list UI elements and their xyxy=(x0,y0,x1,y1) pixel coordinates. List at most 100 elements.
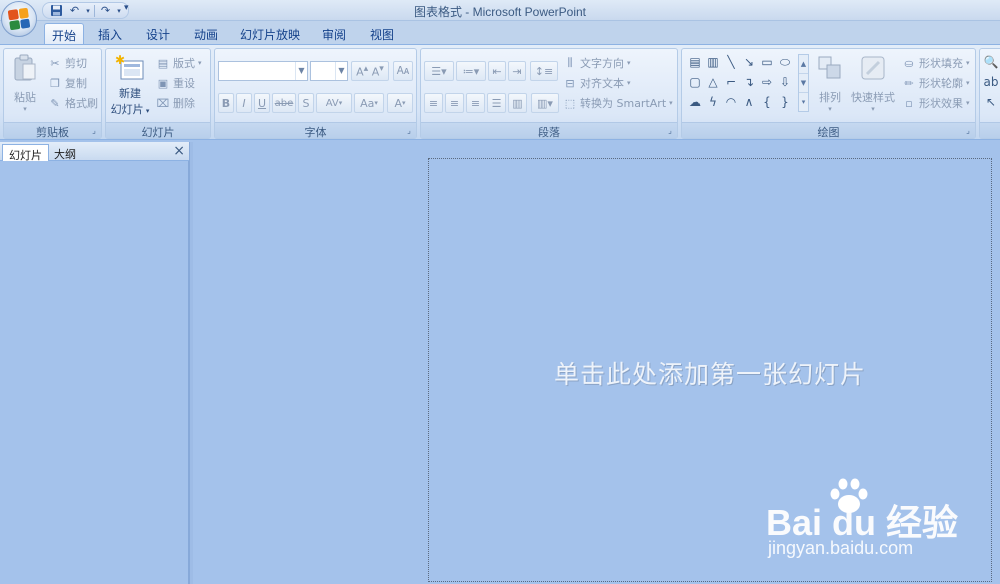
shape-effects-button[interactable]: ▫ 形状效果 ▾ xyxy=(902,95,969,111)
font-name-combo[interactable]: ▼ xyxy=(218,61,308,81)
font-color-dropdown-icon[interactable]: ▾ xyxy=(402,99,406,107)
layout-dropdown-icon[interactable]: ▾ xyxy=(198,59,202,67)
bold-button[interactable]: B xyxy=(218,93,234,113)
convert-smartart-button[interactable]: ⬚ 转换为 SmartArt ▾ xyxy=(563,95,673,111)
align-left-button[interactable]: ≡ xyxy=(424,93,443,113)
tab-design[interactable]: 设计 xyxy=(140,23,176,44)
paragraph-launcher-icon[interactable]: ⌟ xyxy=(665,126,675,136)
quick-styles-button[interactable]: 快速样式 ▾ xyxy=(848,53,898,113)
shape-outline-button[interactable]: ✏ 形状轮廓 ▾ xyxy=(902,75,969,91)
shapes-gallery-scrollbar[interactable]: ▲ ▼ ▾ xyxy=(798,54,809,112)
curve-shape-icon[interactable]: ∧ xyxy=(742,95,756,109)
align-center-button[interactable]: ≡ xyxy=(445,93,464,113)
layout-icon: ▤ xyxy=(157,56,169,70)
replace-icon[interactable]: ab xyxy=(984,75,999,89)
underline-button[interactable]: U xyxy=(254,93,270,113)
layout-button[interactable]: ▤ 版式 ▾ xyxy=(156,55,202,71)
smartart-icon: ⬚ xyxy=(564,96,576,110)
left-brace-shape-icon[interactable]: { xyxy=(760,95,774,109)
italic-button[interactable]: I xyxy=(236,93,252,113)
change-case-button[interactable]: Aa ▾ xyxy=(354,93,384,113)
cloud-shape-icon[interactable]: ☁ xyxy=(688,95,702,109)
clipboard-launcher-icon[interactable]: ⌟ xyxy=(89,126,99,136)
elbow-connector-shape-icon[interactable]: ⌐ xyxy=(724,75,738,89)
font-size-dropdown-icon[interactable]: ▼ xyxy=(335,62,347,80)
find-icon[interactable]: 🔍 xyxy=(984,55,999,69)
svg-text:✱: ✱ xyxy=(115,54,125,67)
down-arrow-shape-icon[interactable]: ⇩ xyxy=(778,75,792,89)
tab-home[interactable]: 开始 xyxy=(44,23,84,44)
strikethrough-button[interactable]: abe xyxy=(272,93,296,113)
line-spacing-button[interactable]: ↕≡ xyxy=(530,61,558,81)
grow-shrink-font-button[interactable]: A▴ A▾ xyxy=(351,61,389,81)
right-brace-shape-icon[interactable]: } xyxy=(778,95,792,109)
case-dropdown-icon[interactable]: ▾ xyxy=(374,99,378,107)
close-pane-icon[interactable]: × xyxy=(173,143,185,159)
gallery-up-icon[interactable]: ▲ xyxy=(799,55,808,74)
pane-splitter[interactable] xyxy=(189,142,193,584)
paste-dropdown-icon[interactable]: ▾ xyxy=(7,105,43,113)
tab-review[interactable]: 审阅 xyxy=(316,23,352,44)
quick-styles-dropdown-icon[interactable]: ▾ xyxy=(848,105,898,113)
right-arrow-shape-icon[interactable]: ⇨ xyxy=(760,75,774,89)
triangle-shape-icon[interactable]: △ xyxy=(706,75,720,89)
tab-slides-pane[interactable]: 幻灯片 xyxy=(2,144,49,162)
oval-shape-icon[interactable]: ⬭ xyxy=(778,55,792,69)
increase-indent-button[interactable]: ⇥ xyxy=(508,61,526,81)
textbox-shape-icon[interactable]: ▤ xyxy=(688,55,702,69)
font-launcher-icon[interactable]: ⌟ xyxy=(404,126,414,136)
columns-button[interactable]: ▥▾ xyxy=(531,93,559,113)
arrange-dropdown-icon[interactable]: ▾ xyxy=(814,105,846,113)
paste-button[interactable]: 粘贴 ▾ xyxy=(7,53,43,113)
new-slide-button[interactable]: ✱ 新建 幻灯片 ▾ xyxy=(108,53,152,117)
quick-styles-icon xyxy=(858,53,888,83)
text-direction-button[interactable]: ⫼ 文字方向 ▾ xyxy=(563,55,630,71)
font-color-button[interactable]: A ▾ xyxy=(387,93,413,113)
rounded-rect-shape-icon[interactable]: ▢ xyxy=(688,75,702,89)
tab-view[interactable]: 视图 xyxy=(364,23,400,44)
font-name-dropdown-icon[interactable]: ▼ xyxy=(295,62,307,80)
arrow-line-shape-icon[interactable]: ↘ xyxy=(742,55,756,69)
arrange-button[interactable]: 排列 ▾ xyxy=(814,53,846,113)
format-painter-button[interactable]: ✎ 格式刷 xyxy=(48,95,98,111)
elbow-arrow-shape-icon[interactable]: ↴ xyxy=(742,75,756,89)
vertical-textbox-shape-icon[interactable]: ▥ xyxy=(706,55,720,69)
justify-button[interactable]: ☰ xyxy=(487,93,506,113)
lightning-shape-icon[interactable]: ϟ xyxy=(706,95,720,109)
drawing-launcher-icon[interactable]: ⌟ xyxy=(963,126,973,136)
align-right-button[interactable]: ≡ xyxy=(466,93,485,113)
tab-insert[interactable]: 插入 xyxy=(92,23,128,44)
office-button[interactable] xyxy=(1,1,37,37)
select-icon[interactable]: ↖ xyxy=(984,95,998,109)
paint-bucket-icon: ⛀ xyxy=(904,56,914,70)
character-spacing-button[interactable]: AV ▾ xyxy=(316,93,352,113)
cut-button[interactable]: ✂ 剪切 xyxy=(48,55,87,71)
tab-outline-pane[interactable]: 大纲 xyxy=(48,144,82,161)
columns-icon: ▥▾ xyxy=(537,96,553,110)
arc-shape-icon[interactable]: ◠ xyxy=(724,95,738,109)
tab-slideshow[interactable]: 幻灯片放映 xyxy=(236,23,304,44)
add-first-slide-hint[interactable]: 单击此处添加第一张幻灯片 xyxy=(429,355,991,391)
line-shape-icon[interactable]: ╲ xyxy=(724,55,738,69)
copy-button[interactable]: ❐ 复制 xyxy=(48,75,87,91)
bullets-button[interactable]: ☰▾ xyxy=(424,61,454,81)
group-label-slides: 幻灯片 xyxy=(106,122,210,139)
reset-button[interactable]: ▣ 重设 xyxy=(156,75,195,91)
shape-fill-button[interactable]: ⛀ 形状填充 ▾ xyxy=(902,55,969,71)
tab-animations[interactable]: 动画 xyxy=(188,23,224,44)
numbering-button[interactable]: ≔▾ xyxy=(456,61,486,81)
new-slide-dropdown-icon[interactable]: ▾ xyxy=(144,107,150,115)
gallery-more-icon[interactable]: ▾ xyxy=(799,93,808,112)
spacing-dropdown-icon[interactable]: ▾ xyxy=(339,99,343,107)
new-slide-icon: ✱ xyxy=(115,53,145,83)
clear-formatting-button[interactable]: 🗛 xyxy=(393,61,413,81)
decrease-indent-button[interactable]: ⇤ xyxy=(488,61,506,81)
shadow-button[interactable]: S xyxy=(298,93,314,113)
distributed-button[interactable]: ▥ xyxy=(508,93,527,113)
gallery-down-icon[interactable]: ▼ xyxy=(799,74,808,93)
align-text-button[interactable]: ⊟ 对齐文本 ▾ xyxy=(563,75,630,91)
rectangle-shape-icon[interactable]: ▭ xyxy=(760,55,774,69)
grow-font-icon: A▴ A▾ xyxy=(356,63,384,79)
delete-button[interactable]: ⌧ 删除 xyxy=(156,95,195,111)
font-size-combo[interactable]: ▼ xyxy=(310,61,348,81)
